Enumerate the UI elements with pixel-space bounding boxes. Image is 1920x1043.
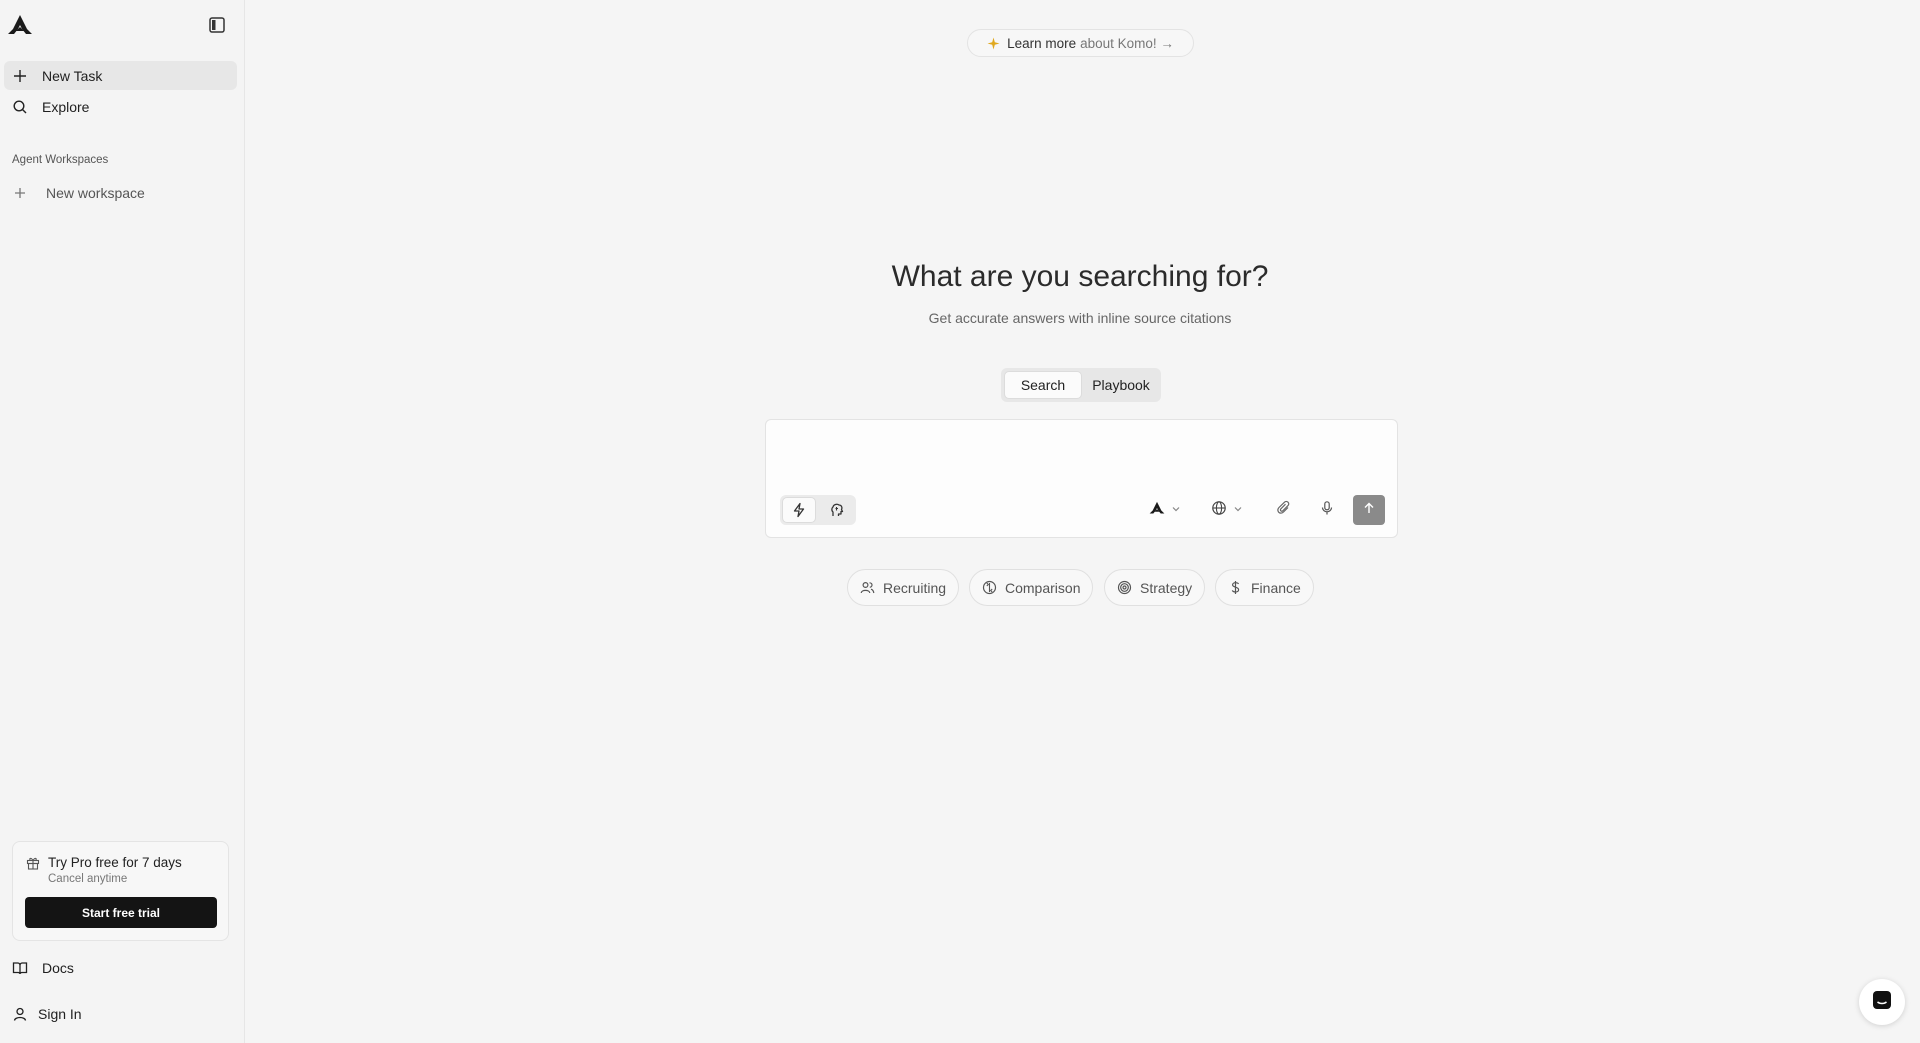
komo-model-icon — [1148, 500, 1166, 521]
query-composer — [765, 419, 1398, 538]
learn-more-banner[interactable]: Learn more about Komo! → — [967, 29, 1194, 57]
new-workspace-button[interactable]: New workspace — [4, 179, 237, 207]
attach-button[interactable] — [1276, 500, 1292, 520]
dollar-icon — [1228, 580, 1243, 595]
docs-label: Docs — [42, 960, 74, 976]
arrow-up-icon — [1362, 501, 1376, 520]
search-icon — [12, 99, 28, 115]
agent-workspaces-heading: Agent Workspaces — [12, 154, 109, 166]
chevron-down-icon — [1233, 501, 1243, 519]
explore-label: Explore — [42, 98, 90, 115]
chip-label: Finance — [1251, 579, 1301, 596]
explore-button[interactable]: Explore — [4, 92, 237, 121]
user-icon — [12, 1006, 28, 1022]
promo-title: Try Pro free for 7 days — [48, 855, 182, 870]
sign-in-link[interactable]: Sign In — [4, 1000, 237, 1028]
response-mode-toggle — [780, 495, 856, 525]
learn-more-bold: Learn more — [1007, 35, 1077, 51]
plus-icon — [12, 68, 28, 84]
brain-icon[interactable] — [820, 497, 854, 523]
send-button[interactable] — [1353, 495, 1385, 525]
pro-trial-card: Try Pro free for 7 days Cancel anytime S… — [12, 841, 229, 941]
tab-playbook[interactable]: Playbook — [1084, 371, 1158, 399]
chip-strategy[interactable]: Strategy — [1104, 569, 1206, 606]
lightning-icon[interactable] — [782, 497, 816, 523]
chat-support-button[interactable] — [1859, 979, 1905, 1025]
chevron-down-icon — [1171, 501, 1181, 519]
komo-logo[interactable] — [6, 12, 34, 38]
sidebar: New Task Explore Agent Workspaces New wo… — [0, 0, 245, 1043]
learn-more-text: about Komo! → — [1080, 35, 1174, 51]
sparkle-icon — [987, 37, 1000, 50]
chip-comparison[interactable]: Comparison — [969, 569, 1094, 606]
compare-icon — [982, 580, 997, 595]
globe-icon — [1211, 500, 1227, 521]
docs-link[interactable]: Docs — [4, 954, 237, 982]
chip-label: Recruiting — [883, 579, 947, 596]
plus-icon — [12, 185, 28, 201]
query-input[interactable] — [776, 428, 1386, 478]
app-root: New Task Explore Agent Workspaces New wo… — [0, 0, 1920, 1043]
chat-icon — [1871, 989, 1893, 1016]
hero-title: What are you searching for? — [891, 260, 1269, 293]
new-task-label: New Task — [42, 67, 103, 84]
hero-subtitle: Get accurate answers with inline source … — [928, 310, 1232, 326]
new-workspace-label: New workspace — [46, 185, 145, 201]
paperclip-icon — [1276, 500, 1292, 521]
tab-search[interactable]: Search — [1004, 371, 1082, 399]
new-task-button[interactable]: New Task — [4, 61, 237, 90]
chip-recruiting[interactable]: Recruiting — [847, 569, 960, 606]
chip-label: Comparison — [1005, 579, 1081, 596]
voice-input-button[interactable] — [1319, 500, 1335, 520]
sign-in-label: Sign In — [38, 1006, 82, 1022]
book-icon — [12, 960, 28, 976]
users-icon — [860, 580, 875, 595]
chip-label: Strategy — [1140, 579, 1193, 596]
promo-subtitle: Cancel anytime — [48, 873, 128, 885]
model-selector[interactable] — [1148, 500, 1181, 520]
sidebar-toggle-icon[interactable] — [206, 14, 228, 36]
microphone-icon — [1319, 500, 1335, 521]
start-free-trial-button[interactable]: Start free trial — [25, 897, 217, 928]
target-icon — [1117, 580, 1132, 595]
chip-finance[interactable]: Finance — [1215, 569, 1314, 606]
gift-icon — [26, 856, 40, 870]
mode-tabs: Search Playbook — [1001, 368, 1161, 402]
source-selector[interactable] — [1211, 500, 1243, 520]
